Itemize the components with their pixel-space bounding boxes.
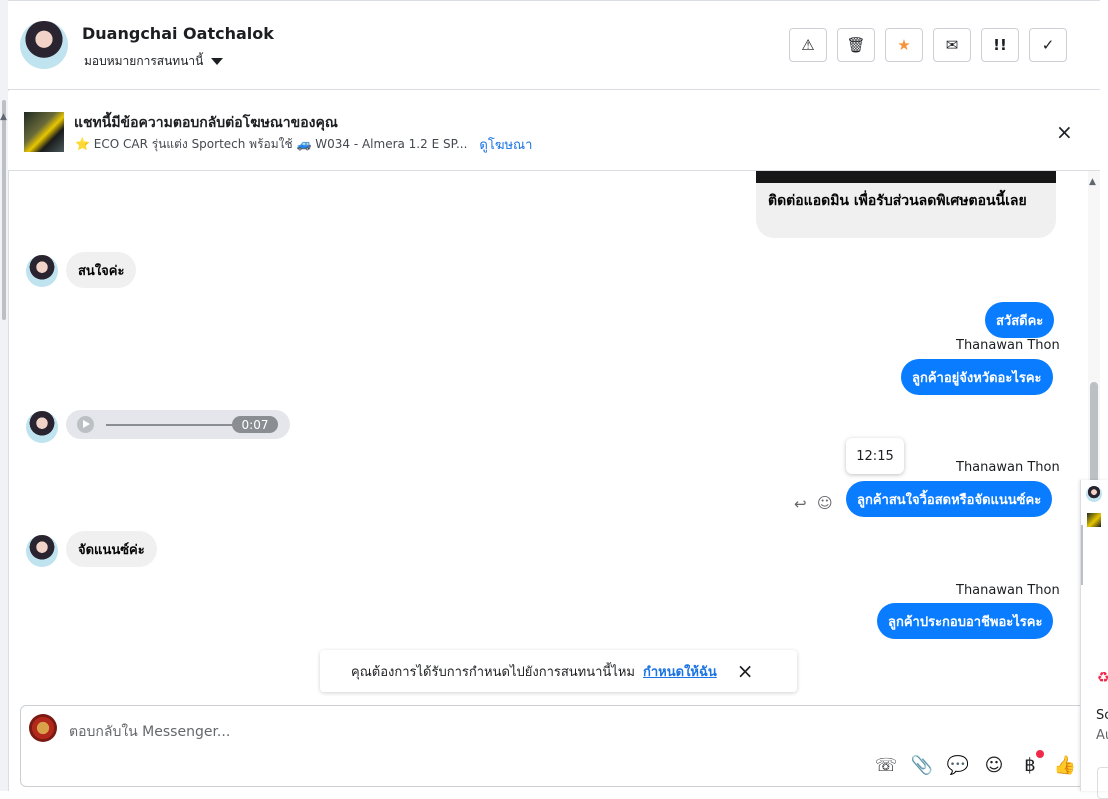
assign-to-me-link[interactable]: กำหนดให้ฉัน [643,661,717,682]
ad-banner-title: แชทนี้มีข้อความตอบกลับต่อโฆษณาของคุณ [74,115,338,131]
image-bottom-strip [756,171,1056,183]
delete-button[interactable]: 🗑 [837,28,875,62]
incoming-message[interactable]: จัดแนนซ์ค่ะ [66,531,157,567]
avatar[interactable] [20,21,68,69]
outgoing-message[interactable]: สวัสดีคะ [985,302,1055,338]
mark-done-button[interactable]: ✓ [1029,28,1067,62]
emoji-icon[interactable]: ☺ [983,754,1005,776]
assign-prompt-toast: คุณต้องการได้รับการกำหนดไปยังการสนทนานี้… [320,650,797,692]
panel-card[interactable] [1097,767,1108,799]
like-icon[interactable]: 👍 [1054,754,1076,776]
report-spam-button[interactable]: ⚠ [789,28,827,62]
mail-icon: ✉ [945,36,959,54]
phone-add-icon[interactable]: ☏ [875,754,898,776]
star-button[interactable]: ★ [885,28,923,62]
react-emoji-icon[interactable]: ☺ [817,494,833,512]
chat-bubble-icon[interactable]: 💬 [947,754,969,776]
check-icon: ✓ [1041,36,1055,54]
outgoing-message[interactable]: ลูกค้าประกอบอาชีพอะไรคะ [877,603,1054,639]
chat-scroll-up-icon[interactable]: ▲ [1089,177,1096,187]
audio-message[interactable]: 0:07 [66,410,290,439]
priority-icon: !! [993,36,1007,54]
mark-unread-button[interactable]: ✉ [933,28,971,62]
contact-name[interactable]: Duangchai Oatchalok [82,24,274,43]
contact-avatar[interactable] [26,255,58,287]
star-icon: ★ [897,36,911,54]
notification-dot [1036,750,1044,758]
scroll-up-arrow-icon[interactable]: ▲ [0,112,7,122]
left-scrollbar-thumb[interactable] [2,100,6,320]
ad-thumbnail[interactable] [24,112,64,152]
page-avatar [29,714,57,742]
panel-text-2: Au [1096,728,1108,743]
caret-down-icon [211,58,224,65]
sender-name: Thanawan Thon [956,583,1060,598]
outgoing-message[interactable]: ลูกค้าอยู่จังหวัดอะไรคะ [901,359,1053,395]
contact-avatar[interactable] [26,411,58,443]
image-caption: ติดต่อแอดมิน เพื่อรับส่วนลดพิเศษตอนนี้เล… [768,193,1027,209]
sender-name: Thanawan Thon [956,338,1060,353]
assign-label: มอบหมายการสนทนานี้ [84,54,204,68]
panel-icon: ♻ [1097,670,1108,686]
play-icon[interactable] [77,416,94,433]
trash-icon: 🗑 [846,36,866,54]
right-side-panel: ♻ Sc Au [1080,480,1108,799]
follow-up-button[interactable]: !! [981,28,1019,62]
warning-icon: ⚠ [801,36,815,54]
incoming-message[interactable]: สนใจค่ะ [66,252,137,288]
ad-subtitle: ⭐ ECO CAR รุ่นแต่ง Sportech พร้อมใช้ 🚙 W… [75,137,468,151]
contact-avatar[interactable] [26,535,58,567]
outgoing-message[interactable]: ลูกค้าสนใจวิ้อสดหรือจัดแนนซ์คะ [846,481,1053,517]
image-message-card[interactable]: ติดต่อแอดมิน เพื่อรับส่วนลดพิเศษตอนนี้เล… [756,171,1056,238]
reply-input[interactable]: ตอบกลับใน Messenger... [69,721,230,743]
attach-icon[interactable]: 📎 [911,754,933,776]
close-ad-banner-icon[interactable]: × [1056,120,1073,144]
assign-dropdown[interactable]: มอบหมายการสนทนานี้ [84,52,224,71]
close-toast-icon[interactable]: × [737,659,754,683]
audio-duration: 0:07 [232,416,278,433]
panel-text-1: Sc [1096,708,1108,723]
toast-text: คุณต้องการได้รับการกำหนดไปยังการสนทนานี้… [351,664,635,680]
timestamp-tooltip: 12:15 [846,438,904,474]
audio-progress-track[interactable] [106,424,236,426]
ad-banner-subtitle-row: ⭐ ECO CAR รุ่นแต่ง Sportech พร้อมใช้ 🚙 W… [75,134,532,155]
panel-divider [1081,525,1083,585]
message-composer[interactable] [20,705,1100,787]
panel-ad-thumb [1087,513,1101,527]
sender-name: Thanawan Thon [956,460,1060,475]
panel-avatar[interactable] [1086,486,1102,502]
reply-icon[interactable]: ↩ [794,495,807,513]
view-ad-link[interactable]: ดูโฆษณา [479,134,532,155]
